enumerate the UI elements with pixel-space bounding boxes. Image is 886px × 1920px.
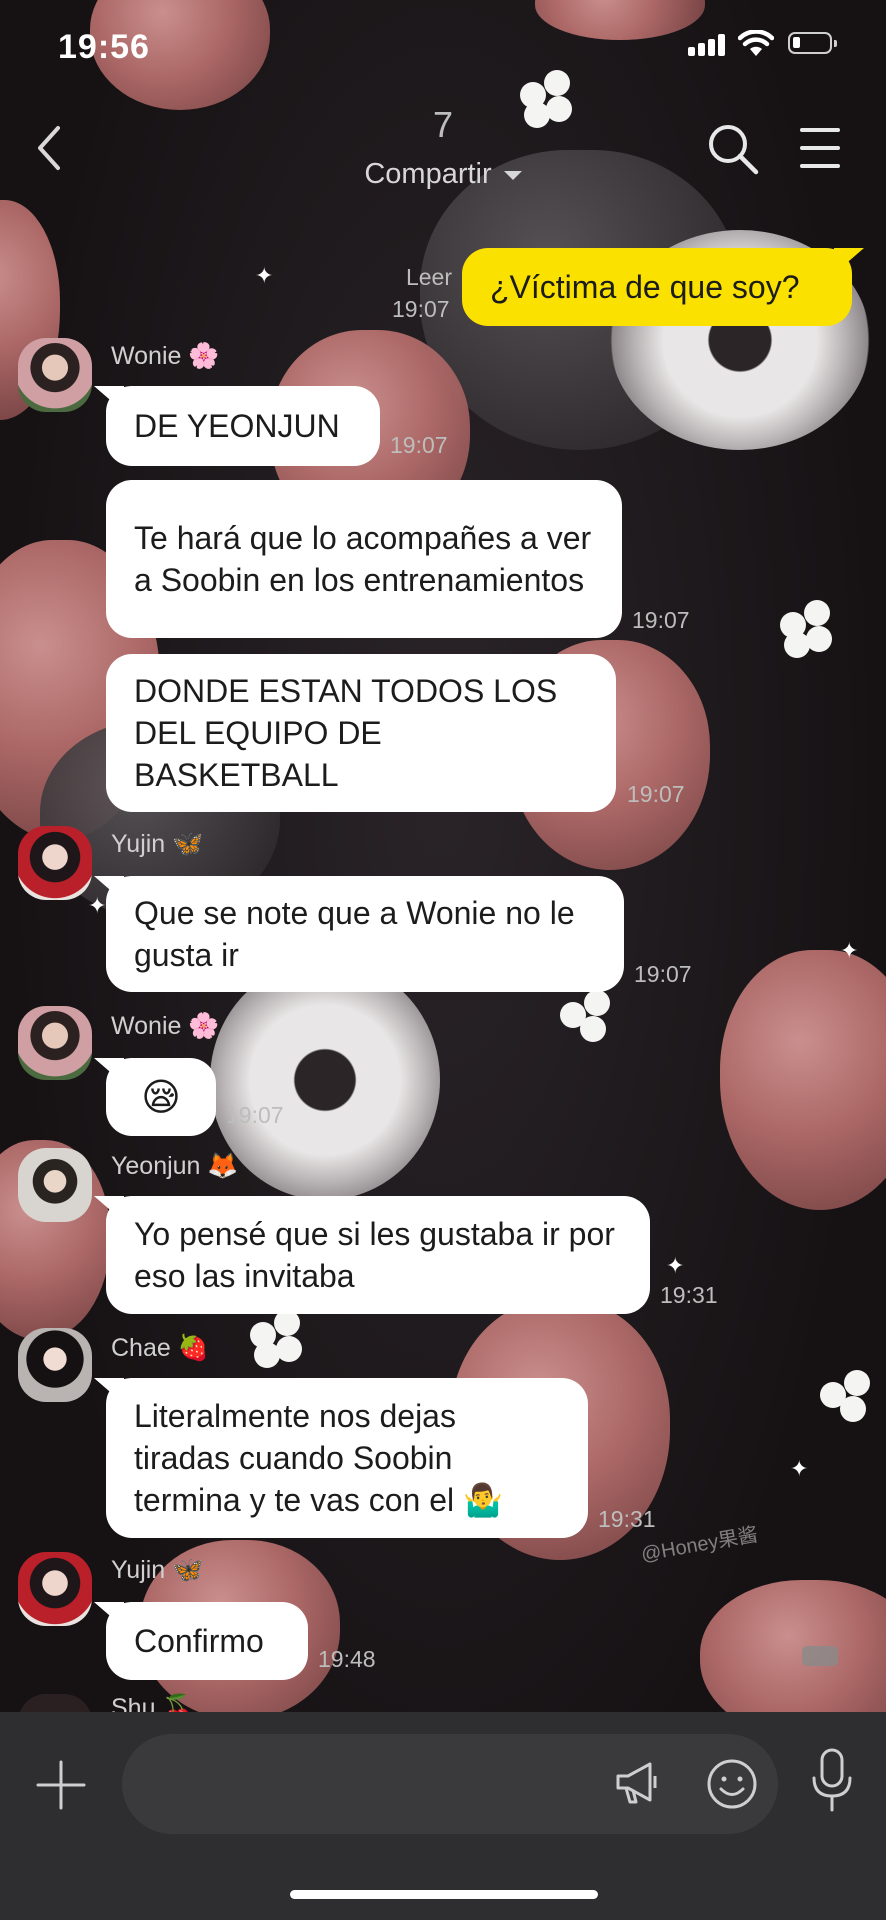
plus-icon [36, 1760, 86, 1810]
read-receipt: Leer [405, 264, 452, 290]
status-time: 19:56 [58, 28, 150, 66]
wifi-icon [738, 30, 774, 56]
avatar-yujin[interactable] [18, 1552, 92, 1626]
message-bubble[interactable]: Te hará que lo acompañes a ver a Soobin … [106, 480, 622, 638]
message-text: DE YEONJUN [134, 408, 340, 444]
attach-button[interactable] [36, 1760, 86, 1810]
message-text: Que se note que a Wonie no le gusta ir [134, 895, 575, 973]
sender-name: Wonie 🌸 [111, 1012, 220, 1040]
message-text: Te hará que lo acompañes a ver a Soobin … [134, 520, 592, 598]
message-text: Literalmente nos dejas tiradas cuando So… [134, 1398, 503, 1518]
message-text: Yo pensé que si les gustaba ir por eso l… [134, 1216, 615, 1294]
message-time: 19:31 [660, 1282, 718, 1308]
avatar-chae[interactable] [18, 1328, 92, 1402]
message-text: ¿Víctima de que soy? [490, 269, 800, 305]
microphone-icon [812, 1748, 852, 1812]
message-time: 19:07 [390, 432, 448, 458]
message-time: 19:48 [318, 1646, 376, 1672]
message-bubble[interactable]: DE YEONJUN [106, 386, 380, 466]
my-message-bubble[interactable]: ¿Víctima de que soy? [462, 248, 852, 326]
message-time: 19:31 [598, 1506, 656, 1532]
search-button[interactable] [706, 122, 760, 176]
avatar-yeonjun[interactable] [18, 1148, 92, 1222]
message-input[interactable] [122, 1734, 778, 1834]
message-time: 19:07 [392, 296, 450, 322]
sender-name: Shu 🍒 [111, 1694, 194, 1712]
avatar-wonie[interactable] [18, 1006, 92, 1080]
emoticon-button[interactable] [706, 1758, 758, 1810]
message-bubble[interactable]: 😪 [106, 1058, 216, 1136]
voice-button[interactable] [808, 1748, 856, 1812]
message-input-bar [0, 1712, 886, 1920]
search-icon [709, 125, 759, 175]
share-label: Compartir [364, 158, 492, 190]
sender-name: Yujin 🦋 [111, 1556, 204, 1584]
smile-icon [707, 1759, 757, 1809]
shout-button[interactable] [614, 1758, 662, 1806]
message-time: 19:07 [627, 781, 685, 807]
message-bubble[interactable]: Confirmo [106, 1602, 308, 1680]
message-text: Confirmo [134, 1623, 264, 1659]
megaphone-icon [616, 1762, 657, 1804]
avatar-shu[interactable] [18, 1694, 92, 1712]
battery-icon [788, 32, 837, 54]
message-time: 19:07 [632, 607, 690, 633]
home-indicator [290, 1890, 598, 1899]
message-text: 😪 [141, 1075, 181, 1119]
avatar-yujin[interactable] [18, 826, 92, 900]
message-time: 19:07 [634, 961, 692, 987]
message-bubble[interactable]: DONDE ESTAN TODOS LOS DEL EQUIPO DE BASK… [106, 654, 616, 812]
keyboard-toggle-icon[interactable] [802, 1646, 838, 1666]
sender-name: Wonie 🌸 [111, 342, 220, 370]
watermark: @Honey果酱 [639, 1523, 760, 1567]
hamburger-menu-icon [800, 128, 840, 168]
message-bubble[interactable]: Que se note que a Wonie no le gusta ir [106, 876, 624, 992]
message-list[interactable]: Leer 19:07 ¿Víctima de que soy? Wonie 🌸 … [0, 0, 886, 1712]
sender-name: Chae 🍓 [111, 1334, 209, 1362]
chat-header: 7 Compartir [0, 96, 886, 206]
status-bar: 19:56 [0, 0, 886, 96]
menu-button[interactable] [798, 124, 842, 172]
avatar-wonie[interactable] [18, 338, 92, 412]
message-bubble[interactable]: Literalmente nos dejas tiradas cuando So… [106, 1378, 588, 1538]
message-time: 19:07 [226, 1102, 284, 1128]
caret-down-icon [503, 170, 522, 180]
sender-name: Yujin 🦋 [111, 830, 204, 858]
message-text: DONDE ESTAN TODOS LOS DEL EQUIPO DE BASK… [134, 673, 558, 793]
message-bubble[interactable]: Yo pensé que si les gustaba ir por eso l… [106, 1196, 650, 1314]
sender-name: Yeonjun 🦊 [111, 1152, 239, 1180]
